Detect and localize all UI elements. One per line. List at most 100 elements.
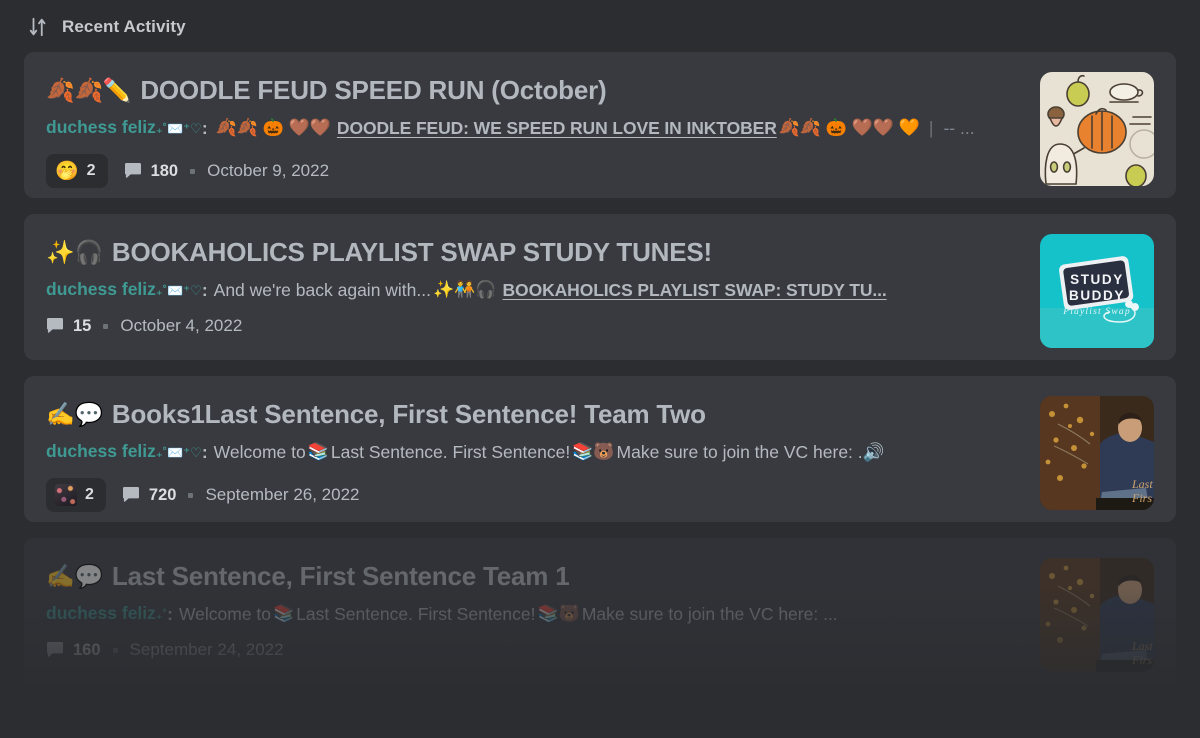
author-name: duchess feliz₊˚✉️⁺♡ bbox=[46, 277, 202, 303]
preview-colon: : bbox=[167, 604, 173, 624]
comment-icon bbox=[122, 486, 140, 504]
card-title: BOOKAHOLICS PLAYLIST SWAP STUDY TUNES! bbox=[111, 237, 712, 267]
card-title: Books1Last Sentence, First Sentence! Tea… bbox=[111, 399, 706, 429]
svg-text:BUDDY: BUDDY bbox=[1069, 288, 1125, 303]
comment-stat: 180 bbox=[124, 161, 179, 181]
recent-activity-header: Recent Activity bbox=[0, 0, 1200, 52]
books-bear-emoji-icon: 📚🐻 bbox=[537, 604, 580, 623]
comment-count: 15 bbox=[73, 316, 92, 335]
reaction-count: 2 bbox=[86, 162, 96, 179]
activity-card[interactable]: ✍️💬 Last Sentence, First Sentence Team 1… bbox=[24, 538, 1176, 684]
card-meta-row: 15 October 4, 2022 bbox=[46, 316, 1024, 336]
author-name: duchess feliz₊˚✉️⁺♡ bbox=[46, 439, 202, 465]
card-title-row: 🍂🍂✏️ DOODLE FEUD SPEED RUN (October) bbox=[46, 74, 1024, 106]
card-meta-row: 160 September 24, 2022 bbox=[46, 640, 1024, 660]
comment-stat: 160 bbox=[46, 641, 101, 660]
card-meta-row: 🤭 2 180 October 9, 2022 bbox=[46, 154, 1024, 188]
autumn-pencil-emoji-icon: 🍂🍂✏️ bbox=[46, 76, 132, 103]
author-decoration: ₊˚✉️⁺♡ bbox=[155, 445, 202, 460]
comment-icon bbox=[124, 162, 142, 180]
svg-text:Last: Last bbox=[1131, 477, 1153, 491]
preview-text: Welcome to bbox=[178, 604, 272, 624]
laughing-face-emoji-icon: 🤭 bbox=[55, 160, 79, 182]
card-title-row: ✨🎧 BOOKAHOLICS PLAYLIST SWAP STUDY TUNES… bbox=[46, 236, 1024, 268]
card-preview-row: duchess feliz₊˚ : Welcome to 📚 Last Sent… bbox=[46, 601, 1024, 627]
preview-trailing-emoji-icon: 🍂🍂 🎃 🤎🤎 🧡 bbox=[778, 118, 920, 137]
svg-text:Playlist Swap: Playlist Swap bbox=[1062, 307, 1131, 317]
card-preview-row: duchess feliz₊˚✉️⁺♡ : 🍂🍂 🎃 🤎🤎 DOODLE FEU… bbox=[46, 115, 1024, 141]
author-name: duchess feliz₊˚ bbox=[46, 601, 167, 627]
books-emoji-icon: 📚 bbox=[273, 604, 295, 623]
card-body: 🍂🍂✏️ DOODLE FEUD SPEED RUN (October) duc… bbox=[46, 72, 1024, 188]
svg-text:STUDY: STUDY bbox=[1070, 272, 1124, 287]
comment-stat: 15 bbox=[46, 317, 91, 336]
author-decoration: ₊˚✉️⁺♡ bbox=[155, 121, 202, 136]
card-body: ✍️💬 Last Sentence, First Sentence Team 1… bbox=[46, 558, 1024, 660]
author-label: duchess feliz bbox=[46, 117, 156, 137]
preview-colon: : bbox=[201, 280, 208, 300]
writing-hand-speech-emoji-icon: ✍️💬 bbox=[46, 400, 103, 427]
card-preview-row: duchess feliz₊˚✉️⁺♡ : And we're back aga… bbox=[46, 277, 1024, 303]
meta-separator-dot bbox=[188, 492, 194, 498]
card-thumbnail-reading-lights[interactable]: Last Firs bbox=[1040, 396, 1154, 510]
comment-count: 180 bbox=[150, 161, 179, 180]
preview-text: Welcome to bbox=[213, 442, 306, 462]
preview-emoji-icon: 🍂🍂 🎃 🤎🤎 bbox=[215, 118, 331, 137]
preview-colon: : bbox=[201, 442, 208, 462]
svg-text:Last: Last bbox=[1131, 639, 1153, 653]
card-title-row: ✍️💬 Books1Last Sentence, First Sentence!… bbox=[46, 398, 1024, 430]
meta-separator-dot bbox=[112, 647, 118, 653]
books-bear-emoji-icon: 📚🐻 bbox=[572, 442, 615, 461]
author-decoration: ₊˚✉️⁺♡ bbox=[155, 283, 202, 298]
svg-text:Firs: Firs bbox=[1131, 491, 1152, 505]
activity-date: September 26, 2022 bbox=[205, 485, 360, 504]
sparkles-headphones-emoji-icon: ✨🎧 bbox=[46, 238, 103, 265]
preview-emoji-icon: ✨🧑‍🤝‍🧑🎧 bbox=[433, 280, 497, 299]
reaction-pill[interactable]: 2 bbox=[46, 478, 106, 512]
preview-ellipsis: -- ... bbox=[943, 118, 975, 138]
activity-list: 🍂🍂✏️ DOODLE FEUD SPEED RUN (October) duc… bbox=[0, 52, 1200, 684]
preview-text: And we're back again with... bbox=[213, 280, 431, 300]
preview-text-3: Make sure to join the VC here: .🔊 bbox=[616, 442, 885, 462]
preview-text-2: Last Sentence. First Sentence! bbox=[330, 442, 571, 462]
author-label: duchess feliz bbox=[46, 441, 156, 461]
reaction-pill[interactable]: 🤭 2 bbox=[46, 154, 108, 188]
author-name: duchess feliz₊˚✉️⁺♡ bbox=[46, 115, 202, 141]
activity-date: October 9, 2022 bbox=[207, 161, 330, 180]
books-emoji-icon: 📚 bbox=[307, 442, 329, 461]
activity-date: October 4, 2022 bbox=[120, 316, 243, 335]
card-preview-row: duchess feliz₊˚✉️⁺♡ : Welcome to 📚 Last … bbox=[46, 439, 1024, 465]
sort-arrows-icon[interactable] bbox=[28, 16, 50, 38]
author-label: duchess feliz bbox=[46, 603, 156, 623]
writing-hand-speech-emoji-icon: ✍️💬 bbox=[46, 562, 103, 589]
comment-count: 160 bbox=[73, 640, 101, 659]
activity-card[interactable]: 🍂🍂✏️ DOODLE FEUD SPEED RUN (October) duc… bbox=[24, 52, 1176, 198]
card-body: ✍️💬 Books1Last Sentence, First Sentence!… bbox=[46, 396, 1024, 512]
preview-link[interactable]: DOODLE FEUD: WE SPEED RUN LOVE IN INKTOB… bbox=[337, 116, 777, 140]
activity-card[interactable]: ✍️💬 Books1Last Sentence, First Sentence!… bbox=[24, 376, 1176, 522]
card-thumbnail-autumn-doodles[interactable] bbox=[1040, 72, 1154, 186]
preview-link[interactable]: BOOKAHOLICS PLAYLIST SWAP: STUDY TU... bbox=[503, 278, 887, 302]
comment-icon bbox=[46, 317, 64, 335]
meta-separator-dot bbox=[190, 168, 196, 174]
comment-count: 720 bbox=[148, 485, 177, 504]
preview-text-2: Last Sentence. First Sentence! bbox=[296, 604, 536, 624]
meta-separator-dot bbox=[103, 323, 109, 329]
comment-icon bbox=[46, 641, 64, 659]
comment-stat: 720 bbox=[122, 485, 177, 505]
preview-colon: : bbox=[201, 118, 208, 138]
page-title: Recent Activity bbox=[62, 17, 186, 36]
custom-emoji-icon bbox=[55, 484, 77, 506]
reaction-count: 2 bbox=[85, 486, 94, 503]
card-title: DOODLE FEUD SPEED RUN (October) bbox=[140, 75, 607, 105]
preview-text-3: Make sure to join the VC here: ... bbox=[581, 604, 838, 624]
card-body: ✨🎧 BOOKAHOLICS PLAYLIST SWAP STUDY TUNES… bbox=[46, 234, 1024, 336]
author-label: duchess feliz bbox=[46, 279, 156, 299]
activity-card[interactable]: ✨🎧 BOOKAHOLICS PLAYLIST SWAP STUDY TUNES… bbox=[24, 214, 1176, 360]
card-thumbnail-study-buddy[interactable]: STUDY BUDDY Playlist Swap bbox=[1040, 234, 1154, 348]
activity-date: September 24, 2022 bbox=[129, 640, 284, 659]
author-decoration: ₊˚ bbox=[155, 607, 168, 622]
card-title: Last Sentence, First Sentence Team 1 bbox=[111, 561, 570, 591]
card-meta-row: 2 720 September 26, 2022 bbox=[46, 478, 1024, 512]
card-thumbnail-reading-lights[interactable]: Last Firs bbox=[1040, 558, 1154, 672]
